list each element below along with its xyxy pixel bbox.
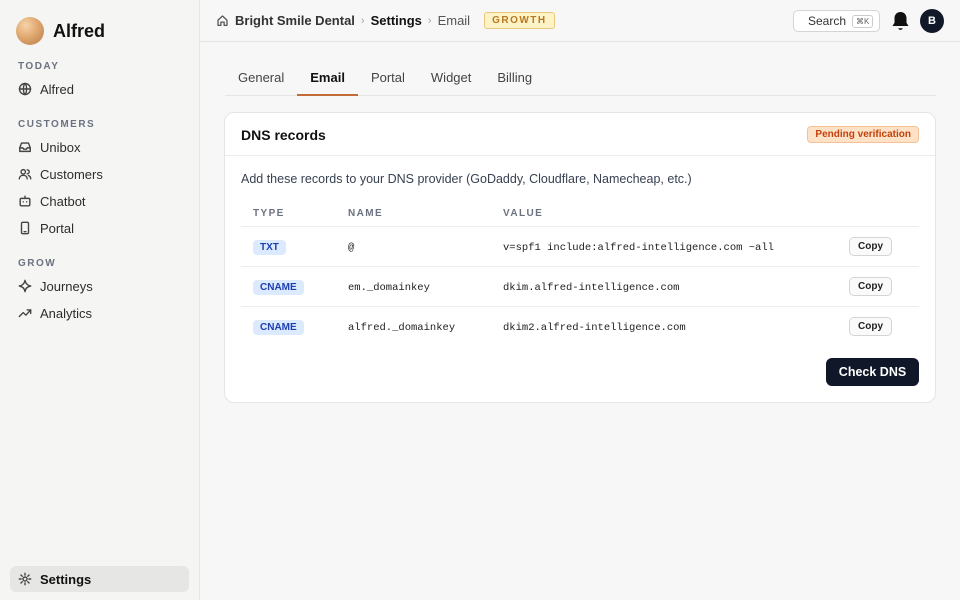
home-icon: [217, 15, 228, 27]
brand-logo: [16, 17, 44, 45]
record-name: alfred._domainkey: [348, 322, 456, 334]
column-header-type: TYPE: [253, 208, 285, 219]
avatar[interactable]: B: [920, 9, 944, 33]
brand-name: Alfred: [53, 20, 106, 41]
record-type-badge: CNAME: [253, 320, 304, 335]
sparkle-icon: [18, 279, 32, 293]
divider: [241, 226, 919, 227]
sidebar-item-analytics[interactable]: Analytics: [10, 300, 189, 326]
breadcrumb-separator: ›: [427, 14, 432, 27]
dns-records-card: DNS records Pending verification Add the…: [224, 112, 936, 403]
section-label-customers: CUSTOMERS: [18, 119, 96, 130]
record-value: dkim.alfred-intelligence.com: [503, 282, 680, 294]
sidebar: Alfred TODAY Alfred CUSTOMERS Unibox Cus…: [0, 0, 200, 600]
record-name: em._domainkey: [348, 282, 430, 294]
sidebar-item-alfred[interactable]: Alfred: [10, 76, 189, 102]
sidebar-item-label: Settings: [40, 571, 92, 587]
tab-billing[interactable]: Billing: [484, 62, 545, 96]
status-badge: Pending verification: [807, 126, 919, 143]
sidebar-item-portal[interactable]: Portal: [10, 215, 189, 241]
record-value: dkim2.alfred-intelligence.com: [503, 322, 686, 334]
sidebar-item-journeys[interactable]: Journeys: [10, 273, 189, 299]
inbox-icon: [19, 142, 31, 153]
divider: [241, 266, 919, 267]
breadcrumb-org[interactable]: Bright Smile Dental: [235, 13, 355, 28]
record-type-badge: TXT: [253, 240, 286, 255]
tab-widget[interactable]: Widget: [418, 62, 484, 96]
card-title: DNS records: [241, 127, 326, 143]
sidebar-item-label: Customers: [40, 166, 103, 182]
sidebar-item-label: Portal: [40, 220, 74, 236]
column-header-value: VALUE: [503, 208, 544, 219]
settings-tabs: General Email Portal Widget Billing: [225, 62, 936, 96]
sidebar-item-chatbot[interactable]: Chatbot: [10, 188, 189, 214]
sidebar-item-label: Journeys: [40, 278, 93, 294]
sidebar-item-customers[interactable]: Customers: [10, 161, 189, 187]
brand[interactable]: Alfred: [16, 17, 105, 45]
tab-portal[interactable]: Portal: [358, 62, 418, 96]
shortcut-hint: ⌘K: [852, 14, 874, 28]
globe-icon: [18, 82, 32, 96]
sidebar-item-label: Chatbot: [40, 193, 86, 209]
copy-button[interactable]: Copy: [849, 277, 892, 296]
trend-icon: [18, 309, 32, 318]
record-value: v=spf1 include:alfred-intelligence.com ~…: [503, 242, 774, 254]
section-label-today: TODAY: [18, 61, 60, 72]
section-label-grow: GROW: [18, 258, 57, 269]
divider: [241, 306, 919, 307]
breadcrumb: Bright Smile Dental › Settings › Email G…: [216, 12, 555, 29]
tab-email[interactable]: Email: [297, 62, 358, 96]
bot-icon: [19, 195, 31, 207]
record-name: @: [348, 242, 355, 254]
search-label: Search: [808, 14, 847, 28]
breadcrumb-current: Email: [437, 13, 471, 28]
record-type-badge: CNAME: [253, 280, 304, 295]
users-icon: [18, 168, 32, 180]
instructions-text: Add these records to your DNS provider (…: [241, 172, 692, 186]
copy-button[interactable]: Copy: [849, 317, 892, 336]
breadcrumb-separator: ›: [360, 14, 365, 27]
sidebar-item-label: Alfred: [40, 81, 74, 97]
search-button[interactable]: Search ⌘K: [793, 10, 880, 32]
tab-general[interactable]: General: [225, 62, 297, 96]
sidebar-item-settings[interactable]: Settings: [10, 566, 189, 592]
bell-icon[interactable]: [890, 10, 911, 32]
top-bar: Bright Smile Dental › Settings › Email G…: [200, 0, 960, 42]
sidebar-item-label: Analytics: [40, 305, 93, 321]
sidebar-item-unibox[interactable]: Unibox: [10, 134, 189, 160]
plan-badge: GROWTH: [484, 12, 555, 29]
sidebar-item-label: Unibox: [40, 139, 81, 155]
card-header: DNS records Pending verification: [225, 113, 935, 156]
phone-icon: [20, 221, 30, 235]
breadcrumb-settings[interactable]: Settings: [371, 13, 422, 28]
gear-icon: [18, 572, 32, 586]
check-dns-button[interactable]: Check DNS: [826, 358, 919, 386]
column-header-name: NAME: [348, 208, 384, 219]
copy-button[interactable]: Copy: [849, 237, 892, 256]
